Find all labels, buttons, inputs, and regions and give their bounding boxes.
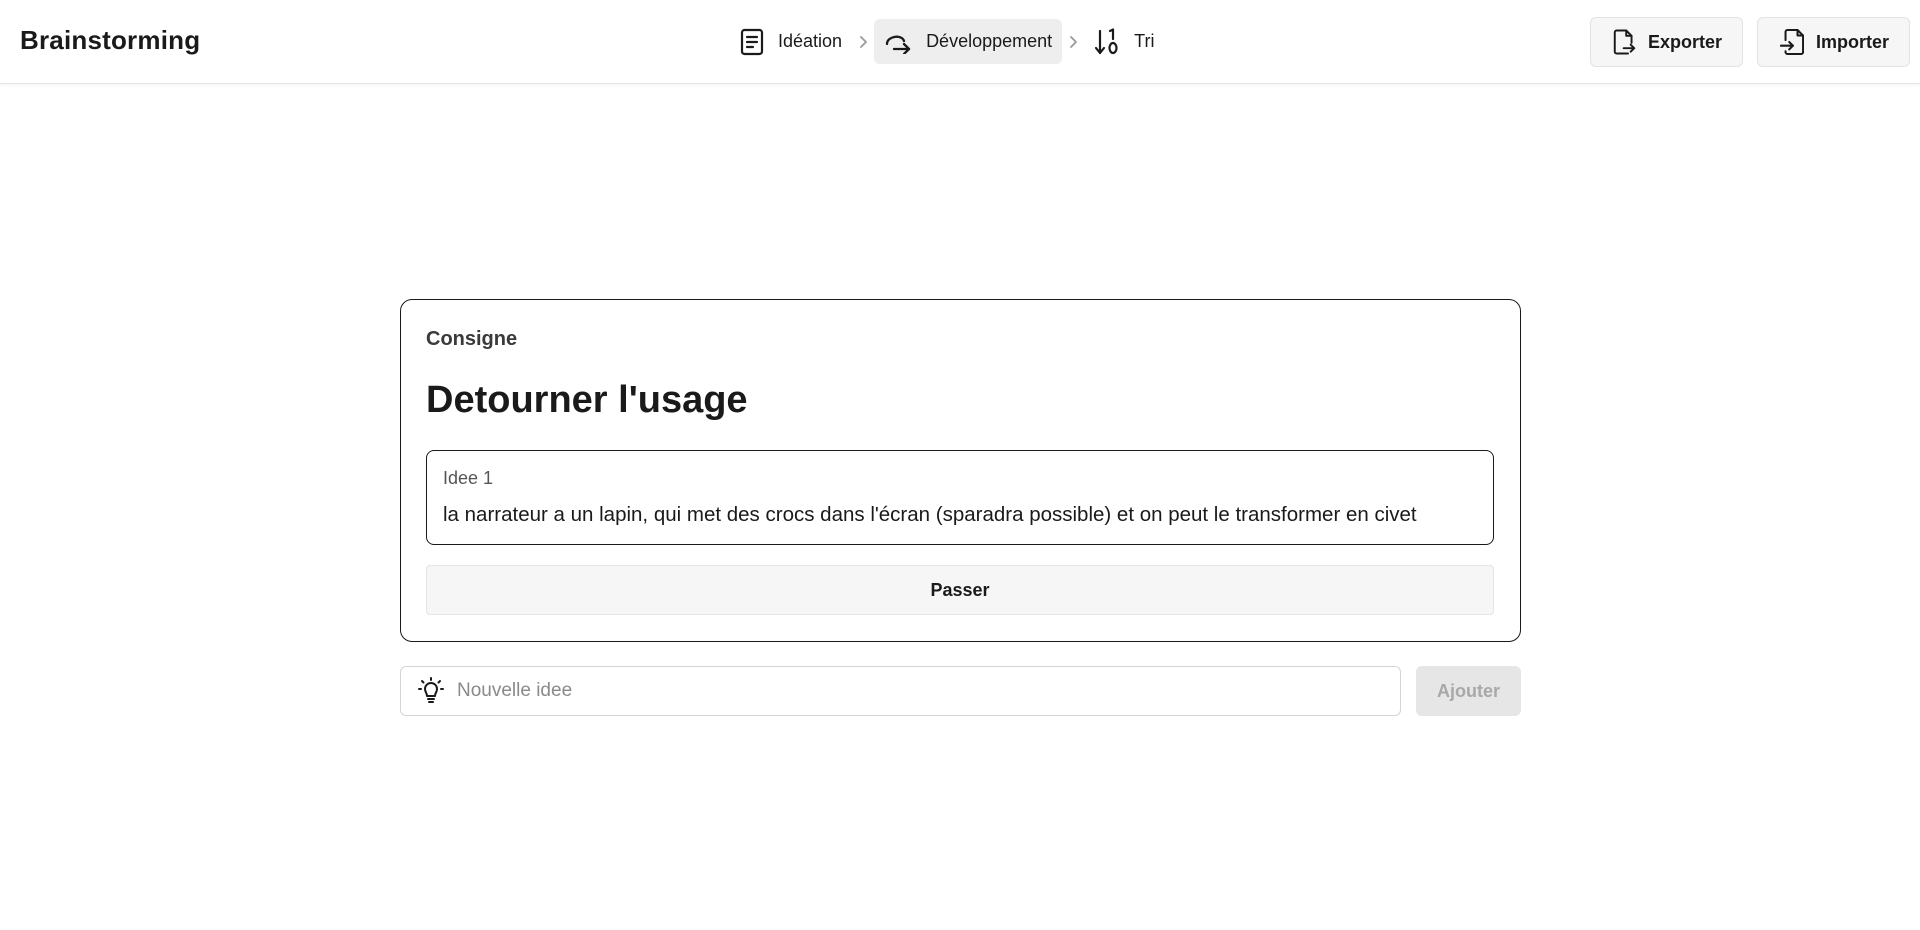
step-sort[interactable]: Tri xyxy=(1084,19,1164,64)
card-title: Detourner l'usage xyxy=(426,379,748,421)
new-idea-input[interactable] xyxy=(455,679,1355,703)
export-button[interactable]: Exporter xyxy=(1590,17,1743,67)
sort-numeric-icon xyxy=(1095,27,1118,54)
step-ideation-label: Idéation xyxy=(778,31,843,51)
step-ideation[interactable]: Idéation xyxy=(730,19,852,64)
idea-card[interactable]: Idee 1 la narrateur a un lapin, qui met … xyxy=(426,450,1494,545)
lightbulb-icon xyxy=(418,677,444,703)
step-development-label: Développement xyxy=(926,31,1053,51)
import-button[interactable]: Importer xyxy=(1757,17,1910,67)
add-button[interactable]: Ajouter xyxy=(1416,666,1521,716)
card-label: Consigne xyxy=(426,328,518,350)
file-export-icon xyxy=(1613,29,1636,55)
import-button-label: Importer xyxy=(1815,31,1889,52)
step-development[interactable]: Développement xyxy=(874,19,1063,64)
skip-button[interactable]: Passer xyxy=(426,565,1494,615)
step-navigation: Idéation Développement Tri xyxy=(730,19,1164,64)
export-button-label: Exporter xyxy=(1647,31,1722,52)
top-bar: Brainstorming Idéation Développement Tri… xyxy=(0,0,1920,84)
instruction-card: Consigne Detourner l'usage Idee 1 la nar… xyxy=(400,299,1521,642)
new-idea-field[interactable] xyxy=(400,666,1401,716)
file-import-icon xyxy=(1780,28,1804,56)
chevron-right-icon xyxy=(858,35,868,49)
idea-label: Idee 1 xyxy=(443,468,494,488)
app-title: Brainstorming xyxy=(20,25,201,55)
idea-text: la narrateur a un lapin, qui met des cro… xyxy=(443,503,1417,526)
step-sort-label: Tri xyxy=(1134,31,1155,51)
redo-arrow-icon xyxy=(885,35,911,54)
chevron-right-icon xyxy=(1068,35,1078,49)
document-icon xyxy=(740,28,764,55)
